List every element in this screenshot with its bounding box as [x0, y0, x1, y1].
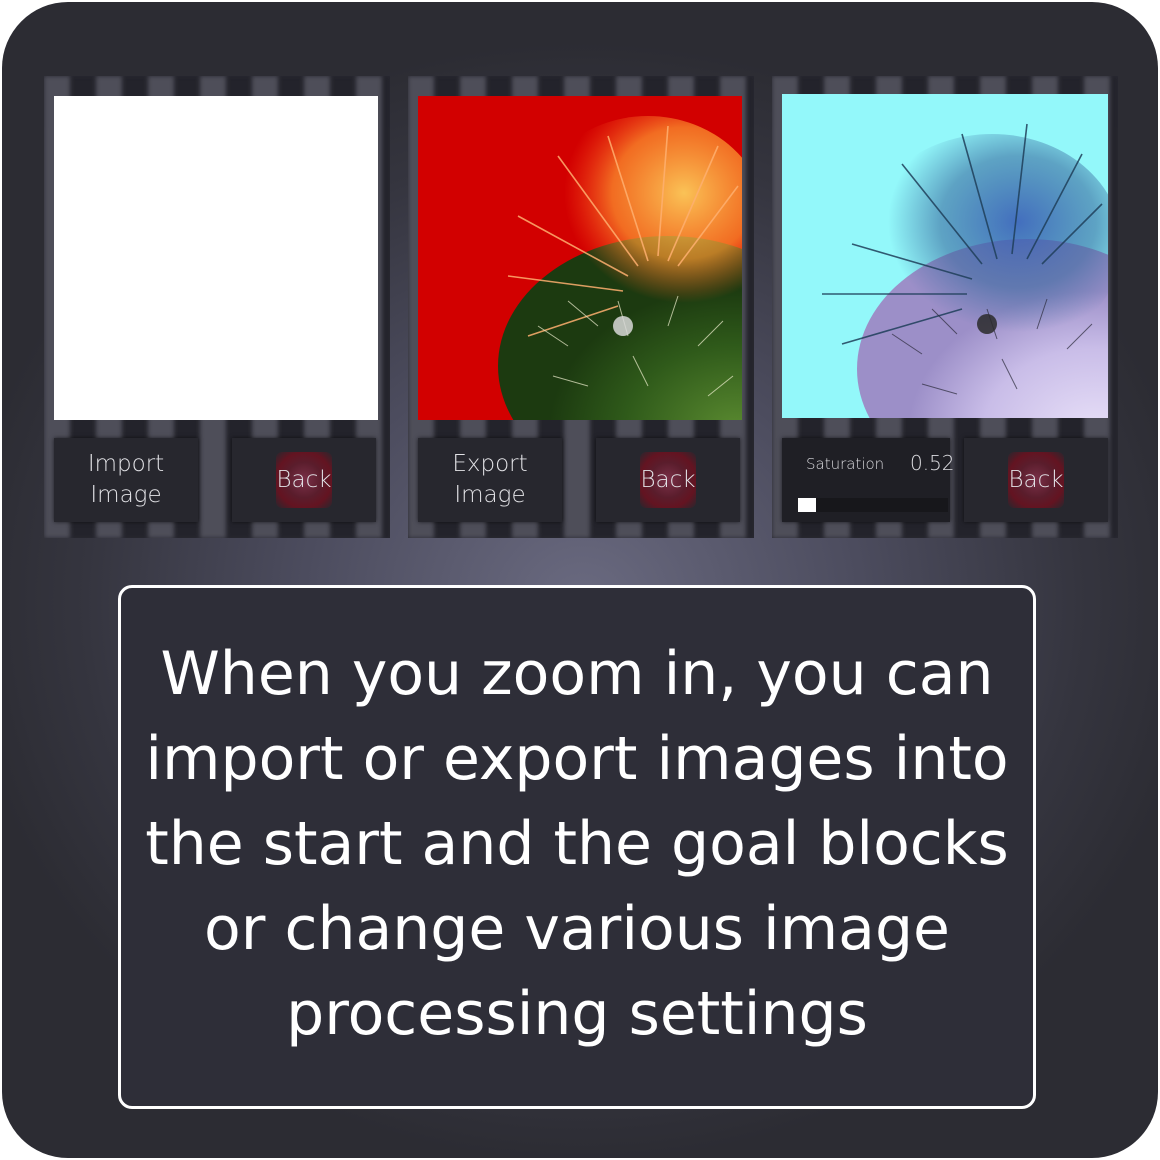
tutorial-card: Import Image Back Export Image Back Satu… [2, 2, 1158, 1158]
cactus-photo [498, 116, 742, 420]
caption-text: When you zoom in, you can import or expo… [145, 638, 1009, 1049]
import-image-button[interactable]: Import Image [54, 438, 198, 522]
processing-block-panel: Saturation 0.52 Back [772, 76, 1118, 538]
saturation-value: 0.52 [910, 451, 955, 475]
back-label: Back [276, 466, 332, 493]
inverted-cactus-photo [822, 123, 1108, 418]
back-button[interactable]: Back [964, 438, 1108, 522]
back-button[interactable]: Back [232, 438, 376, 522]
start-block-panel: Import Image Back [44, 76, 390, 538]
saturation-track[interactable] [798, 498, 948, 512]
goal-image-preview [418, 96, 742, 420]
processed-image-preview [782, 94, 1108, 418]
export-image-label: Export Image [452, 451, 528, 508]
back-label: Back [1008, 466, 1064, 493]
import-image-label: Import Image [87, 451, 165, 508]
goal-block-panel: Export Image Back [408, 76, 754, 538]
back-label: Back [640, 466, 696, 493]
saturation-label: Saturation [806, 455, 885, 473]
back-button[interactable]: Back [596, 438, 740, 522]
export-image-button[interactable]: Export Image [418, 438, 562, 522]
saturation-slider[interactable]: Saturation 0.52 [782, 438, 955, 522]
caption-box: When you zoom in, you can import or expo… [118, 585, 1036, 1109]
start-image-preview [54, 96, 378, 420]
saturation-fill [798, 498, 816, 512]
